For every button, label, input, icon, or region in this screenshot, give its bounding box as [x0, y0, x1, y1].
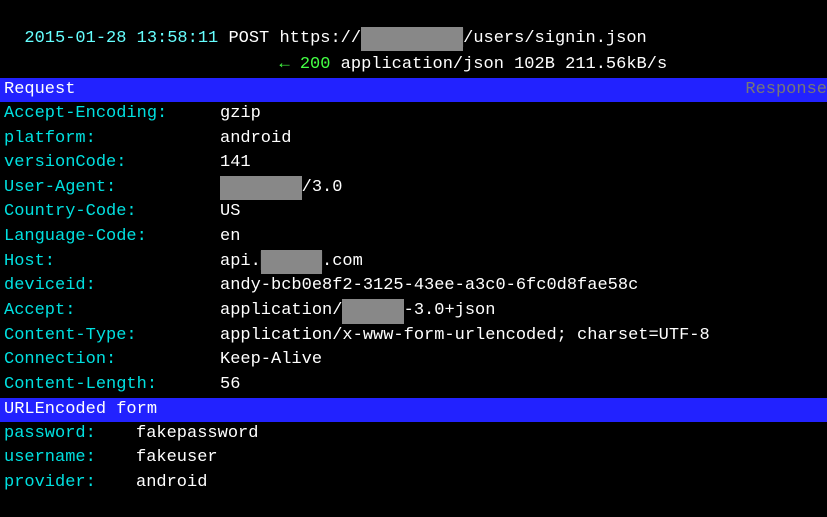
- http-method: POST: [228, 29, 269, 48]
- header-key: versionCode:: [4, 151, 220, 176]
- tab-response[interactable]: Response: [745, 78, 827, 102]
- header-key: User-Agent:: [4, 176, 220, 201]
- response-speed: 211.56kB/s: [565, 55, 667, 74]
- header-row: Connection:Keep-Alive: [0, 348, 827, 373]
- header-value: 141: [220, 151, 251, 176]
- header-row: User-Agent:████████/3.0: [0, 176, 827, 201]
- header-row: versionCode:141: [0, 151, 827, 176]
- header-row: username:fakeuser: [0, 446, 827, 471]
- redacted-text: ████████: [220, 176, 302, 201]
- header-value: Keep-Alive: [220, 348, 322, 373]
- header-key: Content-Type:: [4, 324, 220, 349]
- header-value: ████████/3.0: [220, 176, 342, 201]
- header-value: android: [220, 127, 291, 152]
- arrow-left-icon: ←: [279, 55, 289, 74]
- timestamp: 2015-01-28 13:58:11: [24, 29, 218, 48]
- section-title-urlencoded-form: URLEncoded form: [4, 398, 157, 422]
- header-key: Accept:: [4, 299, 220, 324]
- tab-bar-request-response: Request Response: [0, 78, 827, 102]
- tab-request[interactable]: Request: [4, 78, 75, 102]
- header-key: password:: [4, 422, 136, 447]
- header-value: andy-bcb0e8f2-3125-43ee-a3c0-6fc0d8fae58…: [220, 274, 638, 299]
- header-row: Accept:application/██████-3.0+json: [0, 299, 827, 324]
- request-summary-line: 2015-01-28 13:58:11 POST https://███████…: [0, 0, 827, 51]
- url-redacted-host: ██████████: [361, 27, 463, 52]
- header-value: 56: [220, 373, 240, 398]
- header-row: Country-Code:US: [0, 200, 827, 225]
- header-row: Content-Type:application/x-www-form-urle…: [0, 324, 827, 349]
- header-value: fakeuser: [136, 446, 218, 471]
- header-key: Content-Length:: [4, 373, 220, 398]
- header-key: Language-Code:: [4, 225, 220, 250]
- url-prefix: https://: [279, 29, 361, 48]
- header-row: provider:android: [0, 471, 827, 496]
- response-summary-line: ← 200 application/json 102B 211.56kB/s: [0, 51, 827, 78]
- redacted-text: ██████: [261, 250, 322, 275]
- response-size: 102B: [514, 55, 555, 74]
- header-key: Country-Code:: [4, 200, 220, 225]
- header-value: api.██████.com: [220, 250, 363, 275]
- header-key: username:: [4, 446, 136, 471]
- header-key: Host:: [4, 250, 220, 275]
- header-key: provider:: [4, 471, 136, 496]
- header-key: Accept-Encoding:: [4, 102, 220, 127]
- header-row: Accept-Encoding:gzip: [0, 102, 827, 127]
- header-row: Language-Code:en: [0, 225, 827, 250]
- redacted-text: ██████: [342, 299, 403, 324]
- header-row: deviceid:andy-bcb0e8f2-3125-43ee-a3c0-6f…: [0, 274, 827, 299]
- section-header-form: URLEncoded form: [0, 398, 827, 422]
- header-row: Host:api.██████.com: [0, 250, 827, 275]
- header-key: Connection:: [4, 348, 220, 373]
- form-data: password:fakepasswordusername:fakeuserpr…: [0, 422, 827, 496]
- header-key: platform:: [4, 127, 220, 152]
- header-value: application/██████-3.0+json: [220, 299, 495, 324]
- header-value: fakepassword: [136, 422, 258, 447]
- response-content-type: application/json: [341, 55, 504, 74]
- header-row: password:fakepassword: [0, 422, 827, 447]
- header-value: gzip: [220, 102, 261, 127]
- header-value: application/x-www-form-urlencoded; chars…: [220, 324, 710, 349]
- header-value: android: [136, 471, 207, 496]
- header-key: deviceid:: [4, 274, 220, 299]
- header-value: US: [220, 200, 240, 225]
- header-row: Content-Length:56: [0, 373, 827, 398]
- request-headers: Accept-Encoding:gzipplatform:androidvers…: [0, 102, 827, 398]
- url-path: /users/signin.json: [463, 29, 647, 48]
- header-value: en: [220, 225, 240, 250]
- header-row: platform:android: [0, 127, 827, 152]
- http-status: 200: [300, 55, 331, 74]
